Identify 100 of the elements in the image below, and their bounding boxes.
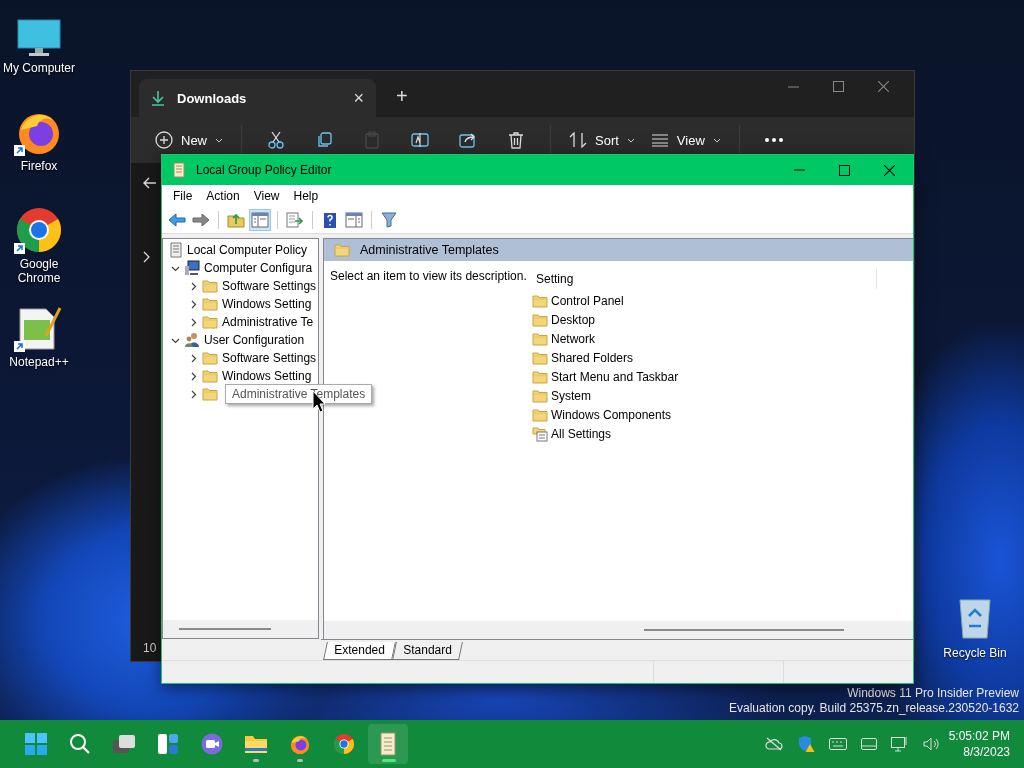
tree-item-label[interactable]: Administrative Te bbox=[222, 315, 314, 329]
desktop-shortcut[interactable]: Notepad++ bbox=[0, 302, 78, 400]
export-list-icon bbox=[286, 212, 304, 228]
setting-list-item[interactable]: Windows Components bbox=[532, 405, 913, 424]
desktop-shortcut[interactable]: Google Chrome bbox=[0, 204, 78, 302]
new-button[interactable]: New bbox=[151, 124, 227, 156]
scrollbar-thumb[interactable] bbox=[179, 628, 271, 630]
description-text: Select an item to view its description. bbox=[329, 269, 528, 283]
setting-list-item[interactable]: All Settings bbox=[532, 424, 913, 443]
desktop-icon-label: Notepad++ bbox=[9, 355, 69, 369]
chrome-icon bbox=[333, 733, 355, 755]
expand-chevron-icon[interactable] bbox=[189, 299, 198, 309]
video-chat-icon bbox=[201, 733, 223, 755]
volume-icon[interactable] bbox=[922, 737, 941, 751]
maximize-icon[interactable] bbox=[833, 81, 844, 92]
folder-icon bbox=[202, 297, 218, 311]
tree-item-label[interactable]: Computer Configura bbox=[204, 261, 313, 275]
scissors-icon bbox=[268, 131, 284, 149]
downloads-tab[interactable]: Downloads × bbox=[139, 79, 376, 117]
close-icon[interactable] bbox=[884, 164, 895, 176]
folder-icon bbox=[202, 387, 218, 401]
list-lines-icon bbox=[650, 133, 669, 147]
folder-icon bbox=[532, 407, 548, 422]
clock-time: 5:05:02 PM bbox=[948, 728, 1010, 744]
security-warning-icon[interactable] bbox=[796, 735, 815, 753]
desktop-icon-label: My Computer bbox=[3, 61, 75, 75]
task-view-icon bbox=[112, 734, 136, 754]
menu-item[interactable]: Action bbox=[199, 189, 247, 203]
tree-item-label[interactable]: User Configuration bbox=[204, 333, 305, 347]
tree-item-label[interactable]: Local Computer Policy bbox=[187, 243, 308, 257]
menu-item[interactable]: Help bbox=[286, 189, 326, 203]
folder-icon bbox=[532, 388, 548, 403]
expand-chevron-icon[interactable] bbox=[189, 353, 198, 363]
back-arrow-icon bbox=[168, 213, 186, 227]
expand-chevron-icon[interactable] bbox=[143, 249, 151, 265]
filter-button[interactable] bbox=[378, 209, 400, 231]
rename-icon bbox=[411, 132, 429, 148]
action-pane-button[interactable] bbox=[343, 209, 365, 231]
close-icon[interactable] bbox=[878, 81, 889, 92]
more-dots-icon bbox=[764, 138, 783, 142]
keyboard-icon[interactable] bbox=[828, 738, 847, 750]
expand-chevron-icon[interactable] bbox=[189, 371, 198, 381]
pane-header-title: Administrative Templates bbox=[360, 243, 499, 257]
clock-date: 8/3/2023 bbox=[963, 744, 1010, 760]
scrollbar-thumb[interactable] bbox=[644, 629, 844, 631]
menu-item[interactable]: View bbox=[246, 189, 287, 203]
folder-icon bbox=[202, 351, 218, 365]
view-tab[interactable]: Extended bbox=[323, 642, 396, 660]
policy-taskbar-button[interactable] bbox=[368, 724, 408, 764]
column-header[interactable]: Setting bbox=[532, 269, 877, 289]
folder-icon bbox=[202, 315, 218, 329]
window-title: Local Group Policy Editor bbox=[196, 163, 332, 177]
download-icon bbox=[151, 90, 165, 106]
edition-notice-text: Evaluation copy. Build 25375.zn_release.230520-1632 bbox=[729, 701, 1019, 716]
view-button[interactable]: View bbox=[646, 124, 725, 156]
search-icon bbox=[69, 733, 91, 755]
tree-item-label[interactable]: Software Settings bbox=[222, 279, 317, 293]
export-button[interactable] bbox=[284, 209, 306, 231]
tab-close-button[interactable]: × bbox=[353, 89, 364, 107]
recycle-bin-icon[interactable] bbox=[957, 596, 993, 640]
clock[interactable]: 5:05:02 PM 8/3/2023 bbox=[940, 728, 1024, 760]
edition-notice-text: Windows 11 Pro Insider Preview bbox=[847, 686, 1019, 701]
desktop-shortcut[interactable]: Firefox bbox=[0, 106, 78, 204]
plus-circle-icon bbox=[155, 131, 173, 149]
menu-item[interactable]: File bbox=[166, 189, 200, 203]
setting-list-item[interactable]: Shared Folders bbox=[532, 348, 913, 367]
scroll-document-icon bbox=[378, 732, 398, 756]
maximize-icon[interactable] bbox=[839, 164, 850, 176]
folder-icon bbox=[532, 331, 548, 346]
action-pane-icon bbox=[345, 212, 363, 228]
share-icon bbox=[459, 132, 477, 148]
expand-chevron-icon[interactable] bbox=[189, 389, 198, 399]
setting-list-item[interactable]: Network bbox=[532, 329, 913, 348]
expand-chevron-icon[interactable] bbox=[189, 281, 198, 291]
setting-list-item[interactable]: Desktop bbox=[532, 310, 913, 329]
desktop-icon-label: Google Chrome bbox=[16, 257, 62, 285]
setting-list-item[interactable]: Control Panel bbox=[532, 291, 913, 310]
view-tab[interactable]: Standard bbox=[391, 642, 463, 660]
filter-icon bbox=[381, 212, 397, 228]
tablet-icon[interactable] bbox=[860, 738, 877, 750]
folder-icon bbox=[202, 369, 218, 383]
network-monitor-icon[interactable] bbox=[890, 736, 909, 752]
item-count-text: 10 bbox=[143, 641, 157, 655]
expand-chevron-icon[interactable] bbox=[189, 317, 198, 327]
copy-icon bbox=[316, 131, 332, 149]
tree-toggle-button[interactable] bbox=[249, 209, 271, 231]
setting-list-item[interactable]: System bbox=[532, 386, 913, 405]
tree-item-label[interactable]: Windows Setting bbox=[222, 369, 312, 383]
folder-icon bbox=[244, 734, 268, 754]
tree-item-label[interactable]: Windows Setting bbox=[222, 297, 312, 311]
cloud-off-icon[interactable] bbox=[764, 737, 783, 751]
desktop-shortcut[interactable]: My Computer bbox=[0, 8, 78, 106]
computer-config-icon bbox=[184, 260, 200, 276]
new-tab-button[interactable]: + bbox=[396, 85, 408, 108]
sort-button[interactable]: Sort bbox=[565, 124, 639, 156]
tree-item-label[interactable]: Software Settings bbox=[222, 351, 317, 365]
help-book-icon bbox=[323, 211, 337, 229]
setting-list-item[interactable]: Start Menu and Taskbar bbox=[532, 367, 913, 386]
back-arrow-icon[interactable] bbox=[143, 177, 157, 189]
clipboard-icon bbox=[365, 131, 379, 149]
